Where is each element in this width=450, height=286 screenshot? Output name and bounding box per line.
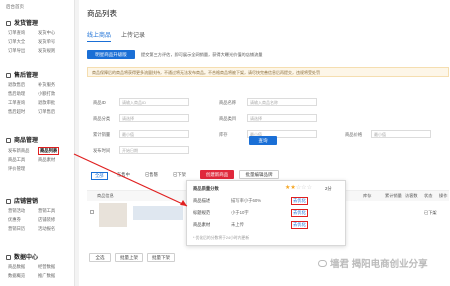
chart-icon xyxy=(6,255,11,260)
filter-label: 商品ID xyxy=(93,100,106,105)
create-product-button[interactable]: 创建新商品 xyxy=(200,170,234,179)
batch-onshelf-button[interactable]: 批量上架 xyxy=(115,253,143,262)
wechat-icon xyxy=(318,260,327,267)
store-icon xyxy=(6,199,11,204)
star-empty-icon: ☆ xyxy=(306,185,312,191)
sidebar-item[interactable]: 经营数据 xyxy=(38,264,55,270)
upgrade-button[interactable]: 明星商品升级版 xyxy=(87,50,135,59)
popup-title: 商品质量分数 xyxy=(193,186,219,191)
product-icon xyxy=(6,138,11,143)
col-header: 累计销量 xyxy=(385,193,402,198)
filter-label: 商品分类 xyxy=(93,116,111,121)
page-title: 商品列表 xyxy=(87,9,117,18)
sidebar-item[interactable]: 小额打款 xyxy=(38,91,55,97)
tab-online[interactable]: 线上商品 xyxy=(87,30,112,42)
filter-label: 发布时间 xyxy=(93,148,111,153)
sidebar-item[interactable]: 发货规则 xyxy=(38,48,55,54)
sidebar-item[interactable]: 商品数据 xyxy=(8,264,25,270)
sidebar: 后台首页 发货管理 订单查询 发货中心 订单大全 发货单号 订单导出 发货规则 … xyxy=(0,0,75,286)
col-header: 商品信息 xyxy=(97,193,114,198)
sidebar-item[interactable]: 订单大全 xyxy=(8,39,25,45)
sidebar-item[interactable]: 营销工具 xyxy=(38,208,55,214)
notice-banner: 商品保障后的商品将获得更多流量扶持，不通过将无法发布商品。不合格商品将被下架，请… xyxy=(87,67,449,77)
section-data[interactable]: 数据中心 xyxy=(6,252,38,261)
sidebar-item[interactable]: 发货单号 xyxy=(38,39,55,45)
filter-select[interactable]: 请选择 xyxy=(119,114,189,122)
batch-edit-button[interactable]: 批量编辑品牌 xyxy=(239,170,279,179)
product-name-blurred xyxy=(133,206,183,220)
optimize-link[interactable]: 去优化 xyxy=(291,209,308,217)
sidebar-item[interactable]: 工单查询 xyxy=(8,100,25,106)
sidebar-item[interactable]: 退款审批 xyxy=(38,100,55,106)
watermark: 墙君 揭阳电商创业分享 xyxy=(318,256,428,270)
filter-select[interactable]: 请选择 xyxy=(247,114,317,122)
sidebar-item-product-list[interactable]: 商品列表 xyxy=(38,147,60,155)
criterion-value: 描写率小于60% xyxy=(231,198,262,203)
col-header: 访客数 xyxy=(405,193,418,198)
optimize-link[interactable]: 去优化 xyxy=(291,221,308,229)
sidebar-item[interactable]: 营销活动 xyxy=(8,208,25,214)
select-all-button[interactable]: 全选 xyxy=(89,253,111,262)
filter-tab-all[interactable]: 全部 xyxy=(91,172,108,180)
sidebar-item[interactable]: 订单查询 xyxy=(8,30,25,36)
filter-label: 商品类目 xyxy=(219,116,237,121)
sidebar-item[interactable]: 退款售后 xyxy=(8,82,25,88)
optimize-link[interactable]: 去优化 xyxy=(291,197,308,205)
criterion-value: 小于10字 xyxy=(231,210,249,215)
criterion-name: 商品素材 xyxy=(193,222,211,227)
sidebar-item[interactable]: 售后助理 xyxy=(8,91,25,97)
popup-footnote: * 优化后的分数将于24小时内更新 xyxy=(193,236,250,240)
quality-popup: 商品质量分数 ★★☆☆☆ 2分 商品描述 描写率小于60% 去优化 标题规范 小… xyxy=(186,180,346,246)
popup-score: 2分 xyxy=(325,186,332,191)
criterion-value: 未上传 xyxy=(231,222,244,227)
sidebar-item[interactable]: 优惠券 xyxy=(8,217,21,223)
sidebar-item[interactable]: 订单售后 xyxy=(38,109,55,115)
filter-label: 库存 xyxy=(219,132,228,137)
section-products[interactable]: 商品管理 xyxy=(6,135,38,144)
filter-tab-onsale[interactable]: 在售中 xyxy=(117,172,130,178)
product-thumbnail xyxy=(99,203,127,227)
criterion-name: 商品描述 xyxy=(193,198,211,203)
sidebar-item[interactable]: 发布新商品 xyxy=(8,148,29,154)
filter-input[interactable]: 请输入商品ID xyxy=(119,98,189,106)
search-button[interactable]: 查询 xyxy=(249,136,277,145)
filter-label: 累计销量 xyxy=(93,132,111,137)
col-header: 库存 xyxy=(363,193,372,198)
sidebar-item[interactable]: 补货服务 xyxy=(38,82,55,88)
section-marketing[interactable]: 店铺营销 xyxy=(6,196,38,205)
section-aftersale[interactable]: 售后管理 xyxy=(6,70,38,79)
sidebar-item[interactable]: 商品素材 xyxy=(38,157,55,163)
sidebar-item[interactable]: 售后超时 xyxy=(8,109,25,115)
home-link[interactable]: 后台首页 xyxy=(6,4,24,10)
sidebar-item[interactable]: 营销日历 xyxy=(8,226,25,232)
filter-input[interactable]: 请输入商品名称 xyxy=(247,98,317,106)
row-checkbox[interactable] xyxy=(90,210,94,214)
filter-tab-offshelf[interactable]: 已下架 xyxy=(173,172,186,178)
sidebar-item[interactable]: 活动报名 xyxy=(38,226,55,232)
filter-tab-soldout[interactable]: 已售罄 xyxy=(145,172,158,178)
tab-upload[interactable]: 上传记录 xyxy=(121,30,145,39)
filter-date[interactable]: 开始日期 xyxy=(119,146,189,154)
filter-input[interactable]: 最小值 xyxy=(119,130,189,138)
sidebar-item[interactable]: 数据概览 xyxy=(8,273,25,279)
sidebar-item[interactable]: 订单导出 xyxy=(8,48,25,54)
filter-input[interactable]: 最小值 xyxy=(371,130,431,138)
status-text: 已下架 xyxy=(424,210,437,215)
upgrade-desc: 提交第三方评估，即可展示全网销量，获得大曝光价值的店铺流量 xyxy=(141,52,263,57)
col-header: 操作 xyxy=(439,193,448,198)
sidebar-item[interactable]: 商品工具 xyxy=(8,157,25,163)
col-header: 状态 xyxy=(424,193,433,198)
criterion-name: 标题规范 xyxy=(193,210,211,215)
box-icon xyxy=(6,21,11,26)
section-shipping[interactable]: 发货管理 xyxy=(6,18,38,27)
sidebar-item[interactable]: 推广数据 xyxy=(38,273,55,279)
sidebar-item[interactable]: 店铺装修 xyxy=(38,217,55,223)
filter-label: 商品价格 xyxy=(345,132,363,137)
rating-stars: ★★☆☆☆ xyxy=(285,184,312,191)
sidebar-item[interactable]: 评价管理 xyxy=(8,166,25,172)
refund-icon xyxy=(6,73,11,78)
sidebar-item[interactable]: 发货中心 xyxy=(38,30,55,36)
batch-offshelf-button[interactable]: 批量下架 xyxy=(147,253,175,262)
filter-label: 商品名称 xyxy=(219,100,237,105)
